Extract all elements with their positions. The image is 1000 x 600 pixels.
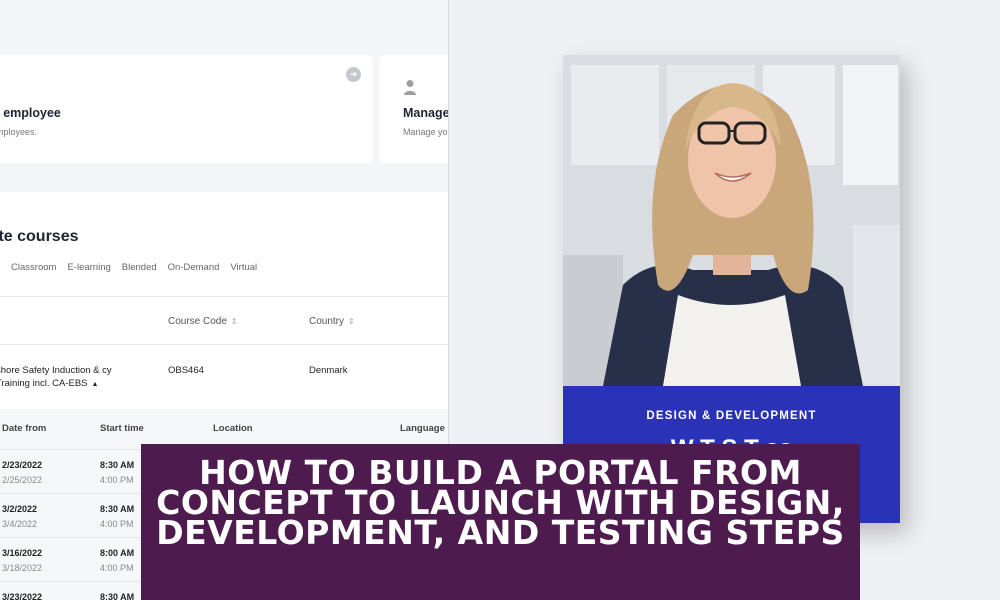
start-time: 8:30 AM: [100, 592, 135, 600]
column-header-start-time[interactable]: Start time: [100, 423, 144, 434]
end-time: 4:00 PM: [100, 519, 134, 529]
column-header-location[interactable]: Location: [213, 423, 253, 434]
column-header-country[interactable]: Country ⇕: [309, 316, 355, 327]
card-title: Manage: [403, 106, 449, 120]
column-label: Course Code: [168, 316, 227, 327]
divider: [0, 296, 448, 297]
card-subtitle: mployees.: [0, 127, 38, 137]
course-name[interactable]: shore Safety Induction & cy Training inc…: [0, 364, 146, 391]
start-time: 8:00 AM: [100, 548, 135, 558]
end-time: 4:00 PM: [100, 475, 134, 485]
card-subtitle: Manage yo: [403, 127, 448, 137]
session-dates: 3/23/2022: [2, 590, 42, 600]
column-header-date-from[interactable]: Date from: [2, 423, 46, 434]
sort-icon[interactable]: ⇕: [348, 317, 355, 326]
sort-icon[interactable]: ⇕: [231, 317, 238, 326]
session-times: 8:30 AM 4:00 PM: [100, 502, 134, 532]
divider: [0, 344, 448, 345]
headline-banner: HOW TO BUILD A PORTAL FROM CONCEPT TO LA…: [141, 444, 860, 600]
date-from: 3/23/2022: [2, 592, 43, 600]
session-dates: 3/16/2022 3/18/2022: [2, 546, 42, 576]
tab-blended[interactable]: Blended: [122, 262, 157, 273]
session-dates: 2/23/2022 2/25/2022: [2, 458, 42, 488]
arrow-right-circle-icon[interactable]: ➜: [346, 67, 361, 82]
session-times: 8:30 AM: [100, 590, 134, 600]
tab-classroom[interactable]: Classroom: [11, 262, 56, 273]
date-to: 3/4/2022: [2, 519, 38, 529]
session-times: 8:00 AM 4:00 PM: [100, 546, 134, 576]
end-time: 4:00 PM: [100, 563, 134, 573]
caret-up-icon[interactable]: ▲: [92, 381, 99, 388]
cover-photo: [563, 55, 900, 386]
session-times: 8:30 AM 4:00 PM: [100, 458, 134, 488]
card-title: w employee: [0, 106, 61, 120]
tab-e-learning[interactable]: E-learning: [67, 262, 110, 273]
session-dates: 3/2/2022 3/4/2022: [2, 502, 37, 532]
date-to: 3/18/2022: [2, 563, 43, 573]
column-header-language[interactable]: Language: [400, 423, 445, 434]
date-from: 3/2/2022: [2, 504, 38, 514]
headline: HOW TO BUILD A PORTAL FROM CONCEPT TO LA…: [156, 453, 845, 552]
tab-virtual[interactable]: Virtual: [230, 262, 257, 273]
course-type-tabs: es Classroom E-learning Blended On-Deman…: [0, 262, 257, 273]
manage-card[interactable]: Manage Manage yo: [379, 55, 449, 163]
new-employee-card[interactable]: w employee mployees. ➜: [0, 55, 373, 163]
start-time: 8:30 AM: [100, 460, 135, 470]
column-label: Country: [309, 316, 345, 327]
user-icon: [404, 80, 416, 95]
start-time: 8:30 AM: [100, 504, 135, 514]
date-to: 2/25/2022: [2, 475, 43, 485]
date-from: 3/16/2022: [2, 548, 43, 558]
cover-label: DESIGN & DEVELOPMENT: [646, 410, 817, 422]
courses-title: ite courses: [0, 228, 79, 245]
tab-on-demand[interactable]: On-Demand: [168, 262, 220, 273]
column-header-course-code[interactable]: Course Code ⇕: [168, 316, 238, 327]
course-code: OBS464: [168, 365, 204, 376]
course-country: Denmark: [309, 365, 348, 376]
date-from: 2/23/2022: [2, 460, 43, 470]
